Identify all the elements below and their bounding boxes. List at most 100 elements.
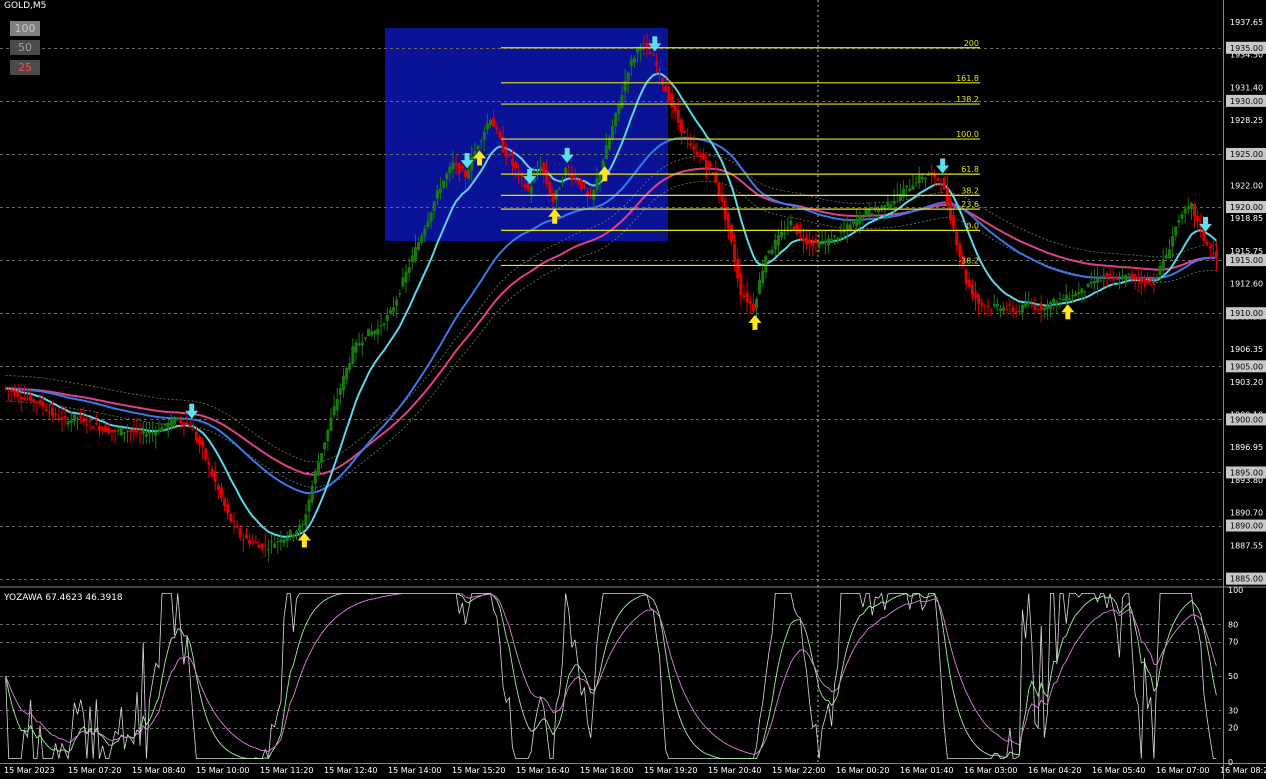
candle-body [435, 189, 439, 199]
candle-body [76, 417, 80, 419]
candle-body [742, 295, 746, 297]
candle-body [586, 191, 590, 195]
candle-body [1158, 265, 1162, 275]
candle-body [426, 221, 430, 227]
candle-body [970, 284, 974, 296]
candle-body [529, 186, 533, 195]
candle-body [22, 397, 26, 399]
price-box-label: 1885.00 [1230, 575, 1263, 584]
time-tick-label: 15 Mar 12:40 [324, 766, 377, 775]
time-tick-label: 16 Mar 04:20 [1028, 766, 1081, 775]
candle-body [676, 109, 680, 123]
candle-body [1083, 291, 1087, 293]
time-tick-label: 16 Mar 08:2 [1220, 766, 1266, 775]
candle-body [495, 127, 499, 129]
candle-body [795, 223, 799, 235]
fib-label: 61.8 [961, 165, 979, 174]
price-tick-label: 1928.25 [1230, 116, 1263, 125]
candle-body [877, 209, 881, 213]
candle-body [1193, 204, 1197, 217]
candle-body [154, 431, 158, 436]
candle-body [995, 303, 999, 307]
candle-body [63, 416, 67, 419]
candle-body [908, 188, 912, 192]
candle-body [698, 155, 702, 157]
candle-body [683, 130, 687, 134]
trading-chart[interactable]: 200 161.8 138.2 100.0 61.8 38.2 23.6 0.0 -38.2 1… [0, 0, 1266, 779]
candle-body [313, 470, 317, 484]
candle-body [88, 420, 92, 422]
price-box-label: 1920.00 [1230, 203, 1263, 212]
price-box-label: 1910.00 [1230, 309, 1263, 318]
candle-body [445, 173, 449, 180]
candle-body [1211, 252, 1215, 255]
candle-body [101, 429, 105, 431]
candle-body [301, 524, 305, 526]
candle-body [38, 400, 42, 405]
candle-body [235, 525, 239, 528]
candle-body [1020, 304, 1024, 313]
candle-body [986, 306, 990, 308]
candle-body [936, 178, 940, 181]
candle-body [179, 419, 183, 424]
candle-body [166, 422, 170, 429]
candle-body [945, 188, 949, 206]
candle-body [617, 103, 621, 114]
candle-body [304, 514, 308, 526]
candle-body [620, 94, 624, 108]
candle-body [307, 499, 311, 512]
candle-body [745, 292, 749, 303]
candle-body [786, 227, 790, 229]
candle-body [329, 417, 333, 431]
candle-body [1183, 208, 1187, 214]
candle-body [72, 414, 76, 422]
candle-body [44, 409, 48, 412]
candle-body [1092, 280, 1096, 284]
candle-body [905, 185, 909, 188]
candle-body [942, 177, 946, 190]
candle-body [1180, 214, 1184, 219]
candle-body [244, 535, 248, 539]
candle-body [482, 131, 486, 140]
candle-body [323, 442, 327, 450]
candle-body [1142, 277, 1146, 282]
candle-body [1067, 298, 1071, 301]
price-tick-label: 1906.35 [1230, 345, 1263, 354]
candle-body [657, 69, 661, 71]
candle-body [370, 331, 374, 336]
candle-body [332, 406, 336, 416]
price-tick-label: 1922.00 [1230, 182, 1263, 191]
candle-body [1071, 294, 1075, 297]
candle-body [270, 541, 274, 543]
candle-body [85, 424, 89, 426]
level-button-50[interactable]: 50 [10, 40, 40, 55]
candle-body [97, 425, 101, 431]
candle-body [132, 429, 136, 433]
candle-body [241, 539, 245, 541]
candle-body [291, 534, 295, 538]
fib-label: 23.6 [961, 200, 979, 209]
candle-body [82, 417, 86, 423]
candle-body [823, 240, 827, 243]
candle-body [708, 161, 712, 168]
candle-body [135, 429, 139, 433]
candle-body [376, 328, 380, 335]
candle-body [216, 484, 220, 491]
time-tick-label: 15 Mar 22:00 [772, 766, 825, 775]
candle-body [798, 228, 802, 234]
osc-tick-label: 100 [1228, 586, 1243, 595]
candle-body [404, 271, 408, 283]
level-button-100[interactable]: 100 [10, 21, 40, 36]
candle-body [892, 200, 896, 205]
candle-body [1089, 281, 1093, 284]
candle-body [420, 235, 424, 243]
candle-body [651, 54, 655, 56]
candle-body [119, 427, 123, 436]
candle-body [476, 146, 480, 150]
level-button-25[interactable]: 25 [10, 60, 40, 75]
price-box-label: 1915.00 [1230, 256, 1263, 265]
candle-body [767, 250, 771, 253]
candle-body [69, 420, 73, 423]
candle-body [754, 298, 758, 309]
candle-body [1036, 309, 1040, 311]
